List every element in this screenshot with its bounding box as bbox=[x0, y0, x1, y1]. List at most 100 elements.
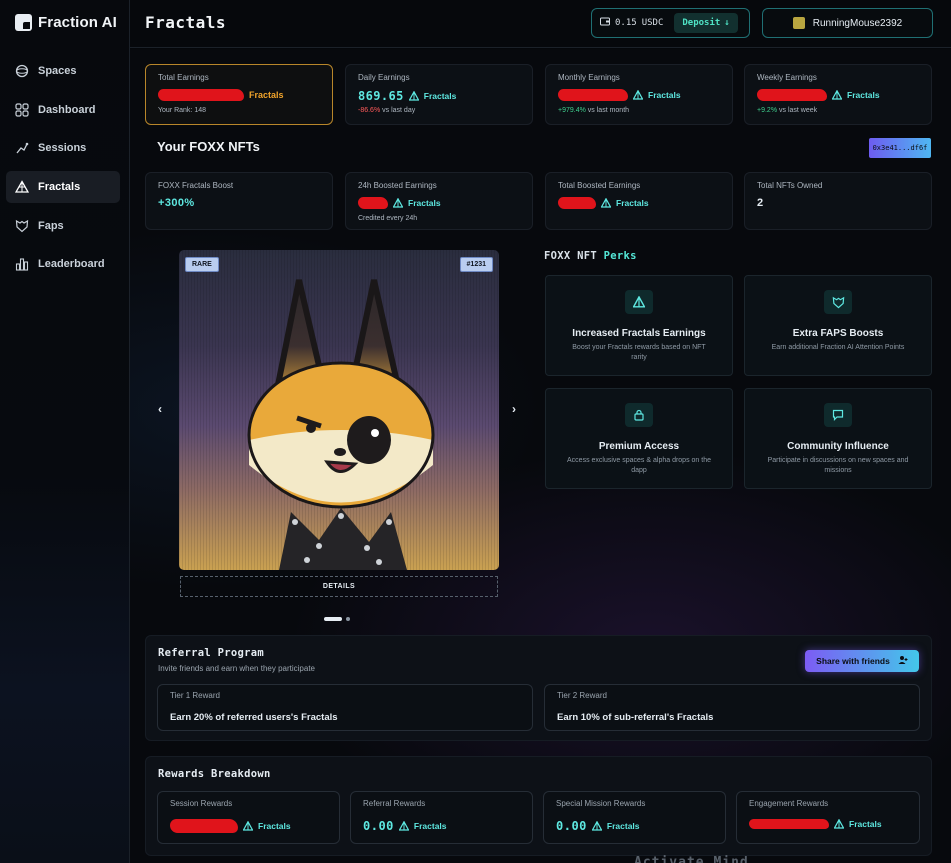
carousel-dot[interactable] bbox=[346, 617, 350, 621]
faps-icon bbox=[824, 290, 852, 314]
stat-label: Total Boosted Earnings bbox=[558, 181, 641, 190]
special-mission-rewards-card: Special Mission Rewards 0.00 Fractals bbox=[543, 791, 726, 844]
reward-label: Special Mission Rewards bbox=[556, 799, 646, 808]
wallet-balance[interactable]: 0.15 USDC Deposit ↓ bbox=[591, 8, 750, 38]
reward-value-row: 0.00 Fractals bbox=[556, 819, 640, 833]
boost-value: +300% bbox=[158, 197, 195, 209]
foxx-nft-illustration bbox=[247, 279, 435, 570]
wallet-icon bbox=[600, 17, 610, 29]
stat-value-row: 2 bbox=[757, 197, 763, 209]
perk-card-premium-access: Premium Access Access exclusive spaces &… bbox=[545, 388, 733, 489]
redacted-value bbox=[558, 197, 596, 209]
stat-label: Total NFTs Owned bbox=[757, 181, 823, 190]
fractals-icon bbox=[601, 198, 611, 208]
sidebar-nav: Spaces Dashboard Sessions Fractals Faps bbox=[6, 55, 120, 287]
sidebar-item-dashboard[interactable]: Dashboard bbox=[6, 94, 120, 126]
stat-value-row: Fractals bbox=[558, 197, 649, 209]
rank-text: Your Rank: 148 bbox=[158, 107, 206, 114]
fractals-icon bbox=[243, 821, 253, 831]
change-text: -86.6% vs last day bbox=[358, 107, 415, 114]
tier-label: Tier 2 Reward bbox=[557, 691, 607, 700]
stat-label: Daily Earnings bbox=[358, 73, 410, 82]
fractals-icon bbox=[832, 90, 842, 100]
referral-rewards-card: Referral Rewards 0.00 Fractals bbox=[350, 791, 533, 844]
stat-value-row: Fractals bbox=[158, 89, 284, 101]
brand[interactable]: Fraction AI bbox=[15, 14, 117, 31]
tier-value: Earn 10% of sub-referral's Fractals bbox=[557, 712, 714, 723]
session-rewards-card: Session Rewards Fractals bbox=[157, 791, 340, 844]
sidebar-item-fractals[interactable]: Fractals bbox=[6, 171, 120, 204]
main-content: Total Earnings Fractals Your Rank: 148 D… bbox=[130, 49, 951, 863]
24h-boosted-earnings-card: 24h Boosted Earnings Fractals Credited e… bbox=[345, 172, 533, 230]
reward-value-row: 0.00 Fractals bbox=[363, 819, 447, 833]
perk-description: Access exclusive spaces & alpha drops on… bbox=[567, 457, 711, 474]
change-period: vs last day bbox=[382, 107, 416, 114]
faps-icon bbox=[14, 218, 30, 234]
fractals-icon bbox=[398, 821, 409, 831]
redacted-value bbox=[558, 89, 628, 101]
monthly-earnings-card: Monthly Earnings Fractals +979.4% vs las… bbox=[545, 64, 733, 125]
perks-title: FOXX NFT Perks bbox=[544, 250, 637, 262]
fractals-icon bbox=[625, 290, 653, 314]
reward-value: 0.00 bbox=[556, 819, 587, 833]
stat-value-row: +300% bbox=[158, 197, 195, 209]
redacted-value bbox=[158, 89, 244, 101]
reward-value-row: Fractals bbox=[749, 819, 882, 829]
balance-amount: 0.15 bbox=[615, 18, 637, 28]
fractals-unit: Fractals bbox=[423, 91, 457, 101]
fractals-icon bbox=[393, 198, 403, 208]
carousel-prev-button[interactable]: ‹ bbox=[158, 402, 162, 416]
sidebar-item-leaderboard[interactable]: Leaderboard bbox=[6, 248, 120, 280]
nft-image[interactable]: RARE #1231 bbox=[179, 250, 499, 570]
fractals-unit: Fractals bbox=[606, 821, 640, 831]
spaces-icon bbox=[14, 63, 30, 79]
tier-label: Tier 1 Reward bbox=[170, 691, 220, 700]
stat-label: Weekly Earnings bbox=[757, 73, 817, 82]
nfts-owned-count: 2 bbox=[757, 197, 764, 209]
redacted-value bbox=[757, 89, 827, 101]
share-with-friends-button[interactable]: Share with friends bbox=[805, 650, 919, 672]
nft-details-button[interactable]: DETAILS bbox=[180, 576, 498, 597]
perk-description: Participate in discussions on new spaces… bbox=[767, 457, 909, 474]
fractals-icon bbox=[14, 179, 30, 195]
fractals-icon bbox=[591, 821, 602, 831]
reward-label: Session Rewards bbox=[170, 799, 233, 808]
sidebar-item-spaces[interactable]: Spaces bbox=[6, 55, 120, 87]
sidebar-item-faps[interactable]: Faps bbox=[6, 210, 120, 242]
add-user-icon bbox=[898, 655, 908, 667]
carousel-next-button[interactable]: › bbox=[512, 402, 516, 416]
page-title: Fractals bbox=[145, 13, 227, 32]
sidebar-item-label: Faps bbox=[38, 219, 64, 232]
perks-title-accent: Perks bbox=[603, 250, 637, 262]
carousel-dot-active[interactable] bbox=[324, 617, 342, 621]
daily-earnings-card: Daily Earnings 869.65 Fractals -86.6% vs… bbox=[345, 64, 533, 125]
perk-description: Earn additional Fraction AI Attention Po… bbox=[771, 344, 905, 351]
username: RunningMouse2392 bbox=[812, 17, 903, 29]
perk-card-community-influence: Community Influence Participate in discu… bbox=[744, 388, 932, 489]
change-text: +9.2% vs last week bbox=[757, 107, 817, 114]
wallet-address-chip[interactable]: 0x3e41...df6f bbox=[869, 138, 931, 158]
lock-icon bbox=[625, 403, 653, 427]
nft-id-badge: #1231 bbox=[459, 257, 493, 272]
fractals-unit: Fractals bbox=[648, 90, 681, 100]
fractals-unit: Fractals bbox=[408, 198, 441, 208]
leaderboard-icon bbox=[14, 256, 30, 272]
sessions-icon bbox=[14, 140, 30, 156]
sidebar-item-sessions[interactable]: Sessions bbox=[6, 132, 120, 164]
referral-subtitle: Invite friends and earn when they partic… bbox=[158, 664, 315, 673]
rarity-badge: RARE bbox=[185, 257, 219, 272]
stat-label: 24h Boosted Earnings bbox=[358, 181, 437, 190]
fractals-icon bbox=[834, 819, 844, 829]
user-profile-button[interactable]: RunningMouse2392 bbox=[762, 8, 933, 38]
sidebar: Fraction AI Spaces Dashboard Sessions Fr… bbox=[0, 0, 130, 863]
avatar bbox=[792, 17, 805, 29]
weekly-earnings-card: Weekly Earnings Fractals +9.2% vs last w… bbox=[744, 64, 932, 125]
redacted-value bbox=[358, 197, 388, 209]
deposit-button[interactable]: Deposit ↓ bbox=[674, 13, 738, 33]
tier-1-reward: Tier 1 Reward Earn 20% of referred users… bbox=[157, 684, 533, 731]
reward-value: 0.00 bbox=[363, 819, 394, 833]
brand-name: Fraction AI bbox=[38, 14, 117, 31]
reward-value-row: Fractals bbox=[170, 819, 291, 833]
perks-title-prefix: FOXX NFT bbox=[544, 250, 597, 262]
stat-label: Total Earnings bbox=[158, 73, 209, 82]
